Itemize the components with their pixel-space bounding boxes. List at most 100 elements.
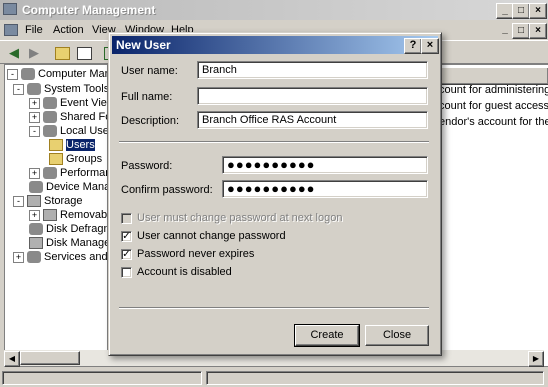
tree-item[interactable]: - System Tools [13,82,108,96]
computer-icon [21,68,35,81]
tree-item[interactable]: + Event Viewer [29,96,107,110]
account-disabled-checkbox[interactable] [121,267,132,278]
password-label: Password: [121,160,173,172]
full-name-label: Full name: [121,91,173,103]
services-icon [27,251,41,264]
password-field[interactable]: ●●●●●●●●●● [222,156,428,174]
user-name-label: User name: [121,65,178,77]
tree-item[interactable]: Disk Defragn [29,222,108,236]
tree-item-label: Local Users a [60,125,107,137]
collapse-icon[interactable]: - [13,195,24,207]
tree-item[interactable]: - Storage [13,194,83,208]
close-dialog-button[interactable]: Close [365,325,429,346]
must-change-password-label: User must change password at next logon [137,212,343,224]
event-viewer-icon [43,97,57,110]
collapse-icon[interactable]: - [7,68,18,80]
tree-item-label: Removable S [60,209,108,221]
tree-item[interactable]: + Services and App [13,250,108,264]
maximize-button[interactable]: □ [512,3,530,19]
tree-item[interactable]: + Shared Folde [29,110,107,124]
dialog-titlebar[interactable]: New User ? × [112,36,439,54]
expand-icon[interactable]: + [29,209,40,221]
tree-item-label: Users [66,139,95,151]
help-button[interactable]: ? [404,38,422,54]
tree-item-label: Groups [66,153,103,165]
forward-arrow-icon[interactable]: ▶ [24,44,44,62]
expand-icon[interactable]: + [29,97,40,109]
tree-item[interactable]: + Performance [29,166,107,180]
tree-item[interactable]: Groups [49,152,102,166]
tree-item-label: Performance [60,167,107,179]
collapse-icon[interactable]: - [29,125,40,137]
defrag-icon [29,223,43,236]
list-item-description[interactable]: count for administering th [439,84,548,96]
scroll-right-icon[interactable]: ▶ [528,351,544,367]
folder-icon [49,139,63,152]
confirm-password-field[interactable]: ●●●●●●●●●● [222,180,428,198]
must-change-password-checkbox[interactable] [121,213,132,224]
tree-item[interactable]: - Computer Managem [7,67,107,81]
main-window-title: Computer Management [22,3,156,17]
mdi-close-button[interactable]: × [529,23,547,39]
main-window-titlebar: Computer Management _ □ × [0,0,548,20]
expand-icon[interactable]: + [29,167,40,179]
menu-action[interactable]: Action [53,24,84,36]
tree-item[interactable]: + Removable S [29,208,108,222]
users-icon [43,125,57,138]
cannot-change-password-checkbox[interactable]: ✓ [121,231,132,242]
tree-item[interactable]: Device Mana [29,180,108,194]
dialog-title: New User [116,38,171,52]
create-button[interactable]: Create [294,324,360,347]
performance-icon [43,167,57,180]
tree-item[interactable]: - Local Users a [29,124,107,138]
cannot-change-password-label: User cannot change password [137,230,286,242]
account-disabled-label: Account is disabled [137,266,232,278]
expand-icon[interactable]: + [29,111,40,123]
tree-item-label: System Tools [44,83,108,95]
mdi-minimize-button[interactable]: _ [497,23,513,37]
tree-item-label: Computer Managem [38,68,107,80]
close-button[interactable]: × [529,3,547,19]
collapse-icon[interactable]: - [13,83,24,95]
status-panel [2,371,202,385]
separator [119,307,429,309]
up-folder-icon[interactable] [52,44,72,62]
tree-item-label: Shared Folde [60,111,107,123]
tree-item-label: Disk Defragn [46,223,108,235]
separator [119,141,429,143]
menu-file[interactable]: File [25,24,43,36]
scroll-thumb[interactable] [20,351,80,365]
shared-folder-icon [43,111,57,124]
list-item-description[interactable]: count for guest access to [439,100,548,112]
password-never-expires-checkbox[interactable]: ✓ [121,249,132,260]
folder-icon [49,153,63,166]
new-user-dialog: New User ? × User name: Branch Full name… [108,32,442,356]
tree-item-label: Storage [44,195,83,207]
mdi-restore-button[interactable]: □ [512,23,530,39]
storage-icon [27,195,41,208]
list-item-description[interactable]: endor's account for the H [439,116,548,128]
app-menu-icon[interactable] [4,24,18,36]
column-header-description[interactable]: n [429,67,548,85]
confirm-password-label: Confirm password: [121,184,213,196]
removable-storage-icon [43,209,57,222]
tree-item[interactable]: Users [49,138,95,152]
console-tree: - Computer Managem - System Tools + Event Vie… [4,64,108,367]
show-hide-tree-icon[interactable] [74,44,94,62]
scroll-left-icon[interactable]: ◀ [4,351,20,367]
tree-item[interactable]: Disk Manage [29,236,108,250]
back-arrow-icon[interactable]: ◀ [4,44,24,62]
computer-management-icon [3,3,17,15]
tree-item-label: Device Mana [46,181,108,193]
user-name-field[interactable]: Branch [197,61,428,79]
status-bar [0,368,548,387]
description-field[interactable]: Branch Office RAS Account [197,111,428,129]
password-never-expires-label: Password never expires [137,248,255,260]
tree-item-label: Disk Manage [46,237,108,249]
description-label: Description: [121,115,180,127]
expand-icon[interactable]: + [13,251,24,263]
dialog-close-button[interactable]: × [421,38,439,54]
full-name-field[interactable] [197,87,428,105]
tools-icon [27,83,41,96]
tree-item-label: Services and App [44,251,108,263]
